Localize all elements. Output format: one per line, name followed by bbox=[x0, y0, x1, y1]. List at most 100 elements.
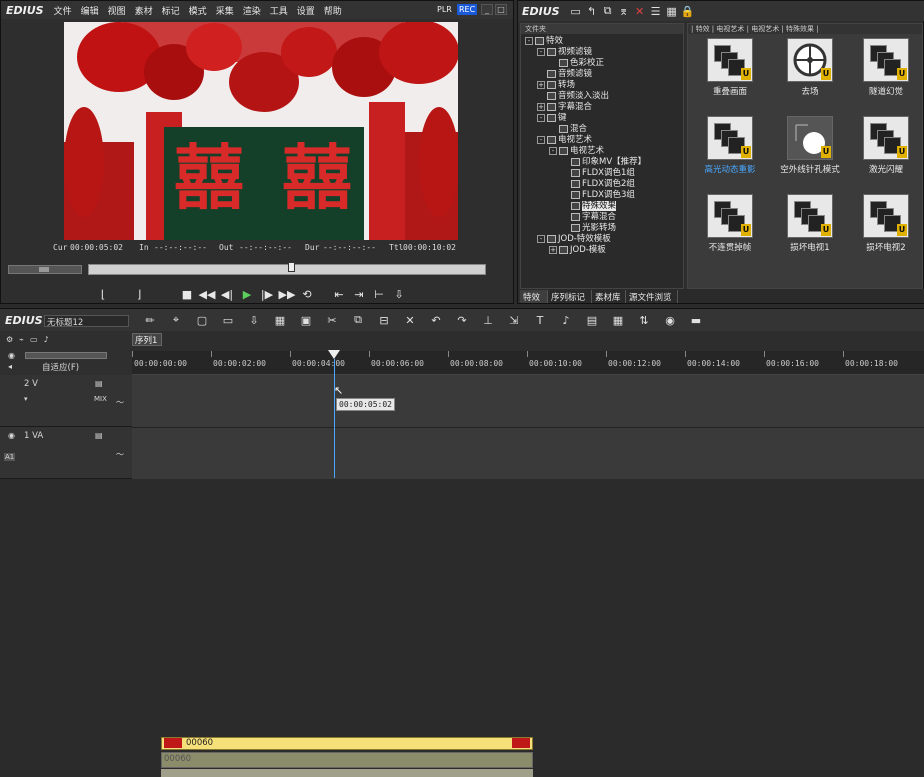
record-icon[interactable]: ◉ bbox=[662, 312, 678, 328]
set-in-icon[interactable]: ⌊ bbox=[93, 286, 113, 302]
redo-icon[interactable]: ↷ bbox=[454, 312, 470, 328]
menu-item[interactable]: 文件 bbox=[54, 4, 72, 17]
menu-item[interactable]: 工具 bbox=[270, 4, 288, 17]
split-icon[interactable]: ⊥ bbox=[480, 312, 496, 328]
menu-item[interactable]: 帮助 bbox=[324, 4, 342, 17]
shuttle-slider[interactable] bbox=[8, 265, 82, 274]
playhead-marker[interactable] bbox=[328, 350, 340, 359]
tree-item[interactable]: + 转场 bbox=[525, 80, 683, 91]
layout-icon[interactable]: ▬ bbox=[688, 312, 704, 328]
menu-item[interactable]: 标记 bbox=[162, 4, 180, 17]
effect-item[interactable]: U 重叠画面 bbox=[700, 38, 760, 97]
capture-icon[interactable]: ⌖ bbox=[168, 312, 184, 328]
sequence-tab[interactable]: 序列1 bbox=[132, 333, 162, 346]
collapse-icon[interactable]: - bbox=[525, 36, 533, 45]
audio-clip[interactable] bbox=[161, 752, 533, 768]
effect-item[interactable]: U 损坏电视2 bbox=[856, 194, 916, 253]
folder-icon[interactable]: ▭ bbox=[568, 3, 584, 19]
collapse-icon[interactable]: - bbox=[537, 234, 545, 243]
panel-tab[interactable]: 源文件浏览 bbox=[626, 290, 678, 303]
step-back-icon[interactable]: ◀| bbox=[217, 286, 237, 302]
save-icon[interactable]: ▦ bbox=[272, 312, 288, 328]
effect-item[interactable]: U 激光闪耀 bbox=[856, 116, 916, 175]
track-settings-icon[interactable]: ⚙ bbox=[6, 335, 13, 344]
collapse-icon[interactable]: - bbox=[537, 47, 545, 56]
zoom-toggle-icon[interactable]: ◂ bbox=[8, 362, 12, 371]
copy-icon[interactable]: ⧉ bbox=[600, 3, 616, 19]
menu-item[interactable]: 设置 bbox=[297, 4, 315, 17]
properties-icon[interactable]: ☰ bbox=[648, 3, 664, 19]
expand-icon[interactable]: + bbox=[537, 80, 545, 89]
minimize-button[interactable]: _ bbox=[481, 4, 493, 15]
delete-icon[interactable]: ✕ bbox=[632, 3, 648, 19]
menu-item[interactable]: 模式 bbox=[189, 4, 207, 17]
up-folder-icon[interactable]: ↰ bbox=[584, 3, 600, 19]
tree-item[interactable]: FLDX调色3组 bbox=[525, 190, 683, 201]
visible-icon-1va[interactable]: ▤ bbox=[95, 431, 103, 440]
tree-item[interactable]: 混合 bbox=[525, 124, 683, 135]
ripple-icon[interactable]: ⇲ bbox=[506, 312, 522, 328]
tree-item[interactable]: - 特效 bbox=[525, 36, 683, 47]
video-clip[interactable] bbox=[161, 737, 533, 750]
tool-icon[interactable]: ⌆ bbox=[616, 3, 632, 19]
scrub-handle[interactable] bbox=[287, 262, 295, 272]
effect-item[interactable]: U 不连贯掉帧 bbox=[700, 194, 760, 253]
collapse-icon[interactable]: - bbox=[549, 146, 557, 155]
loop-icon[interactable]: ⟲ bbox=[297, 286, 317, 302]
copy-icon[interactable]: ⧉ bbox=[350, 312, 366, 328]
audio-icon[interactable]: ♪ bbox=[558, 312, 574, 328]
insert-icon[interactable]: ⇤ bbox=[329, 286, 349, 302]
title-icon[interactable]: T bbox=[532, 312, 548, 328]
tree-item[interactable]: 字幕混合 bbox=[525, 212, 683, 223]
track-view-icon[interactable]: ▭ bbox=[30, 335, 38, 344]
menu-item[interactable]: 素材 bbox=[135, 4, 153, 17]
set-out-icon[interactable]: ⌋ bbox=[129, 286, 149, 302]
track-link-icon[interactable]: ⌁ bbox=[19, 335, 24, 344]
effect-item[interactable]: U 去场 bbox=[780, 38, 840, 97]
export-icon[interactable]: ⇩ bbox=[389, 286, 409, 302]
grid-icon[interactable]: ▣ bbox=[298, 312, 314, 328]
rec-button[interactable]: REC bbox=[457, 4, 478, 15]
lock-icon[interactable]: 🔒 bbox=[680, 3, 696, 19]
effect-item[interactable]: U 高光动态重影 bbox=[700, 116, 760, 175]
tree-item[interactable]: 印象MV【推荐】 bbox=[525, 157, 683, 168]
mode-dropdown[interactable]: 自适应(F) bbox=[42, 361, 79, 373]
tree-item[interactable]: + 字幕混合 bbox=[525, 102, 683, 113]
paste-icon[interactable]: ⊟ bbox=[376, 312, 392, 328]
menu-item[interactable]: 编辑 bbox=[81, 4, 99, 17]
mixer-icon[interactable]: ⇅ bbox=[636, 312, 652, 328]
delete-icon[interactable]: ✕ bbox=[402, 312, 418, 328]
lock-toggle-icon[interactable]: ◉ bbox=[8, 351, 15, 360]
collapse-icon[interactable]: - bbox=[537, 135, 545, 144]
track-audio-wave-icon[interactable]: 〜 bbox=[116, 397, 124, 408]
tree-item[interactable]: FLDX调色2组 bbox=[525, 179, 683, 190]
track-lock-icon[interactable]: ◉ bbox=[8, 431, 15, 440]
rewind-icon[interactable]: ◀◀ bbox=[197, 286, 217, 302]
table-icon[interactable]: ▦ bbox=[610, 312, 626, 328]
tree-item[interactable]: - JOD-特效模板 bbox=[525, 234, 683, 245]
track-audio-icon[interactable]: ♪ bbox=[44, 335, 49, 344]
overwrite-icon[interactable]: ⇥ bbox=[349, 286, 369, 302]
scrub-bar[interactable] bbox=[88, 262, 486, 275]
tree-item[interactable]: - 视频滤镜 bbox=[525, 47, 683, 58]
effect-item[interactable]: U 损坏电视1 bbox=[780, 194, 840, 253]
menu-item[interactable]: 视图 bbox=[108, 4, 126, 17]
panel-tab[interactable]: 素材库 bbox=[592, 290, 626, 303]
maximize-button[interactable]: □ bbox=[495, 4, 507, 15]
effect-item[interactable]: U 空外线针孔模式 bbox=[780, 116, 840, 175]
effect-item[interactable]: U 隧道幻觉 bbox=[856, 38, 916, 97]
tree-item[interactable]: - 电视艺术 bbox=[525, 146, 683, 157]
play-icon[interactable]: ▶ bbox=[237, 286, 257, 302]
menu-item[interactable]: 采集 bbox=[216, 4, 234, 17]
panel-tab[interactable]: 特效 bbox=[520, 290, 548, 303]
visible-icon[interactable]: ▤ bbox=[95, 379, 103, 388]
track-audio-wave-icon-1va[interactable]: 〜 bbox=[116, 449, 124, 460]
stop-icon[interactable]: ■ bbox=[177, 286, 197, 302]
trim-icon[interactable]: ⊢ bbox=[369, 286, 389, 302]
tree-item[interactable]: -键 bbox=[525, 113, 683, 124]
tree-item[interactable]: 音频淡入淡出 bbox=[525, 91, 683, 102]
step-forward-icon[interactable]: |▶ bbox=[257, 286, 277, 302]
expand-icon[interactable]: + bbox=[537, 102, 545, 111]
effects-icon[interactable]: ▤ bbox=[584, 312, 600, 328]
track-area[interactable] bbox=[132, 375, 924, 479]
